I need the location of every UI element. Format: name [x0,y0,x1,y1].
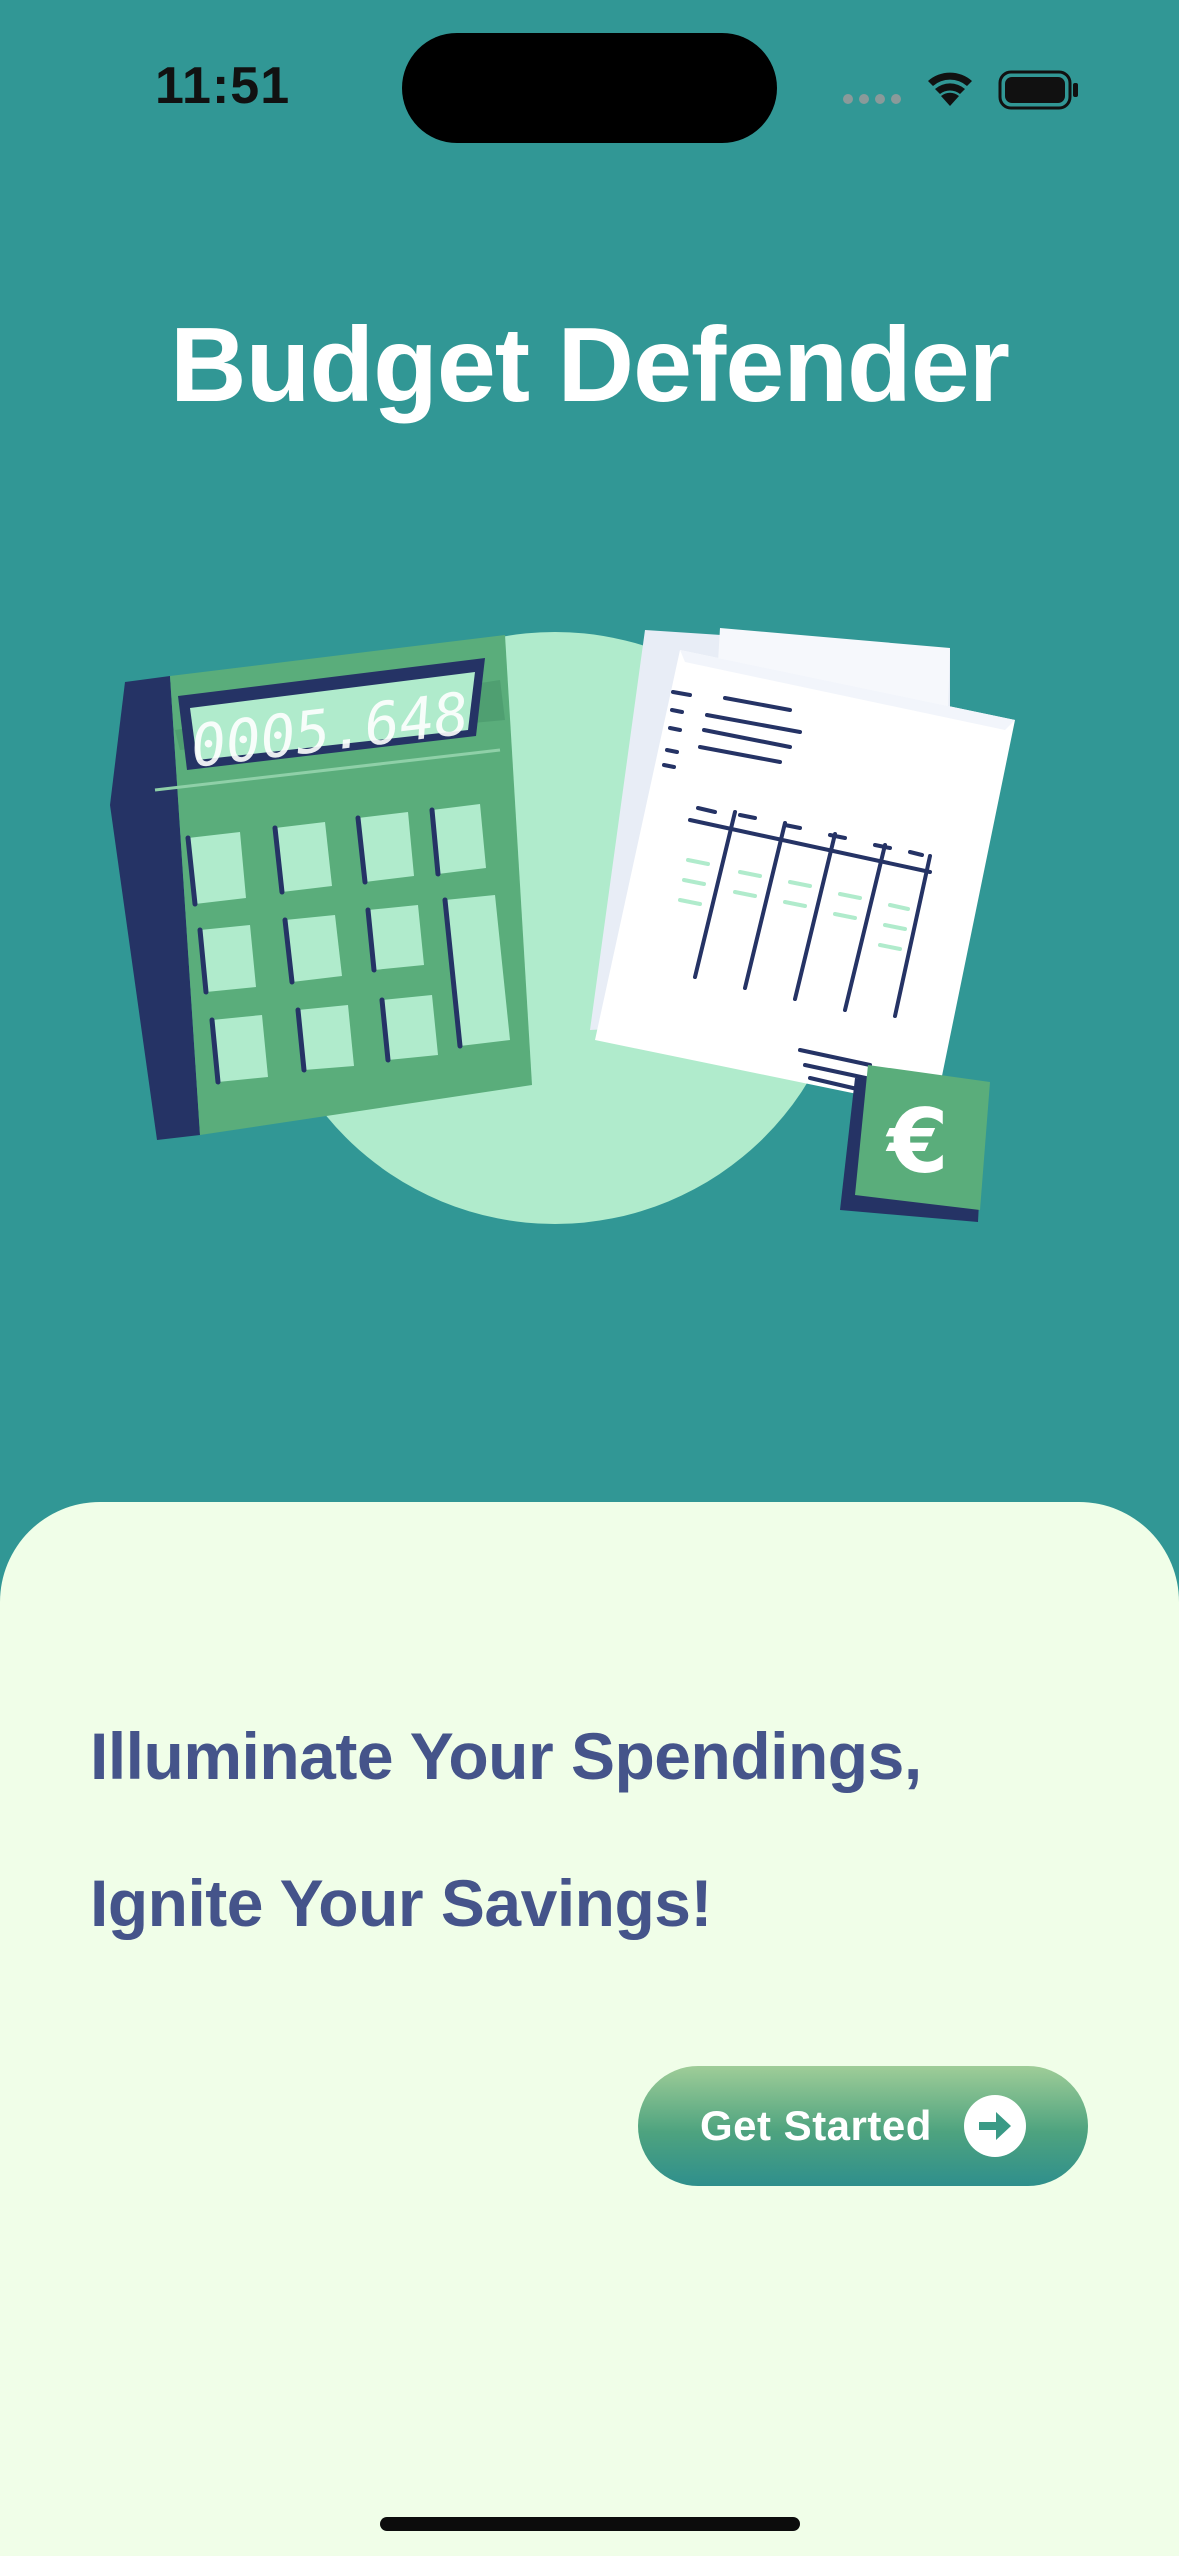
wifi-icon [928,72,972,106]
arrow-right-circle-icon [964,2095,1026,2157]
signal-dots-icon [843,94,901,104]
tagline-line-2: Ignite Your Savings! [90,1866,713,1940]
status-time: 11:51 [155,57,291,115]
hero-illustration: € 0005.648 [100,610,1040,1250]
app-title: Budget Defender [170,306,1010,424]
euro-badge-icon: € [840,1065,990,1222]
home-indicator[interactable] [380,2517,800,2531]
calculator-icon: 0005.648 [110,635,532,1140]
euro-symbol: € [885,1090,948,1193]
receipt-icon [590,628,1015,1110]
dynamic-island [402,33,777,143]
status-icons [840,62,1090,112]
tagline-line-1: Illuminate Your Spendings, [90,1719,922,1793]
onboarding-screen: 11:51 Budget Defender € 0005.648 Illumin… [0,0,1179,2556]
get-started-button[interactable]: Get Started [638,2066,1088,2186]
get-started-label: Get Started [700,2102,932,2149]
bottom-sheet [0,1502,1179,2556]
battery-icon [998,70,1078,110]
